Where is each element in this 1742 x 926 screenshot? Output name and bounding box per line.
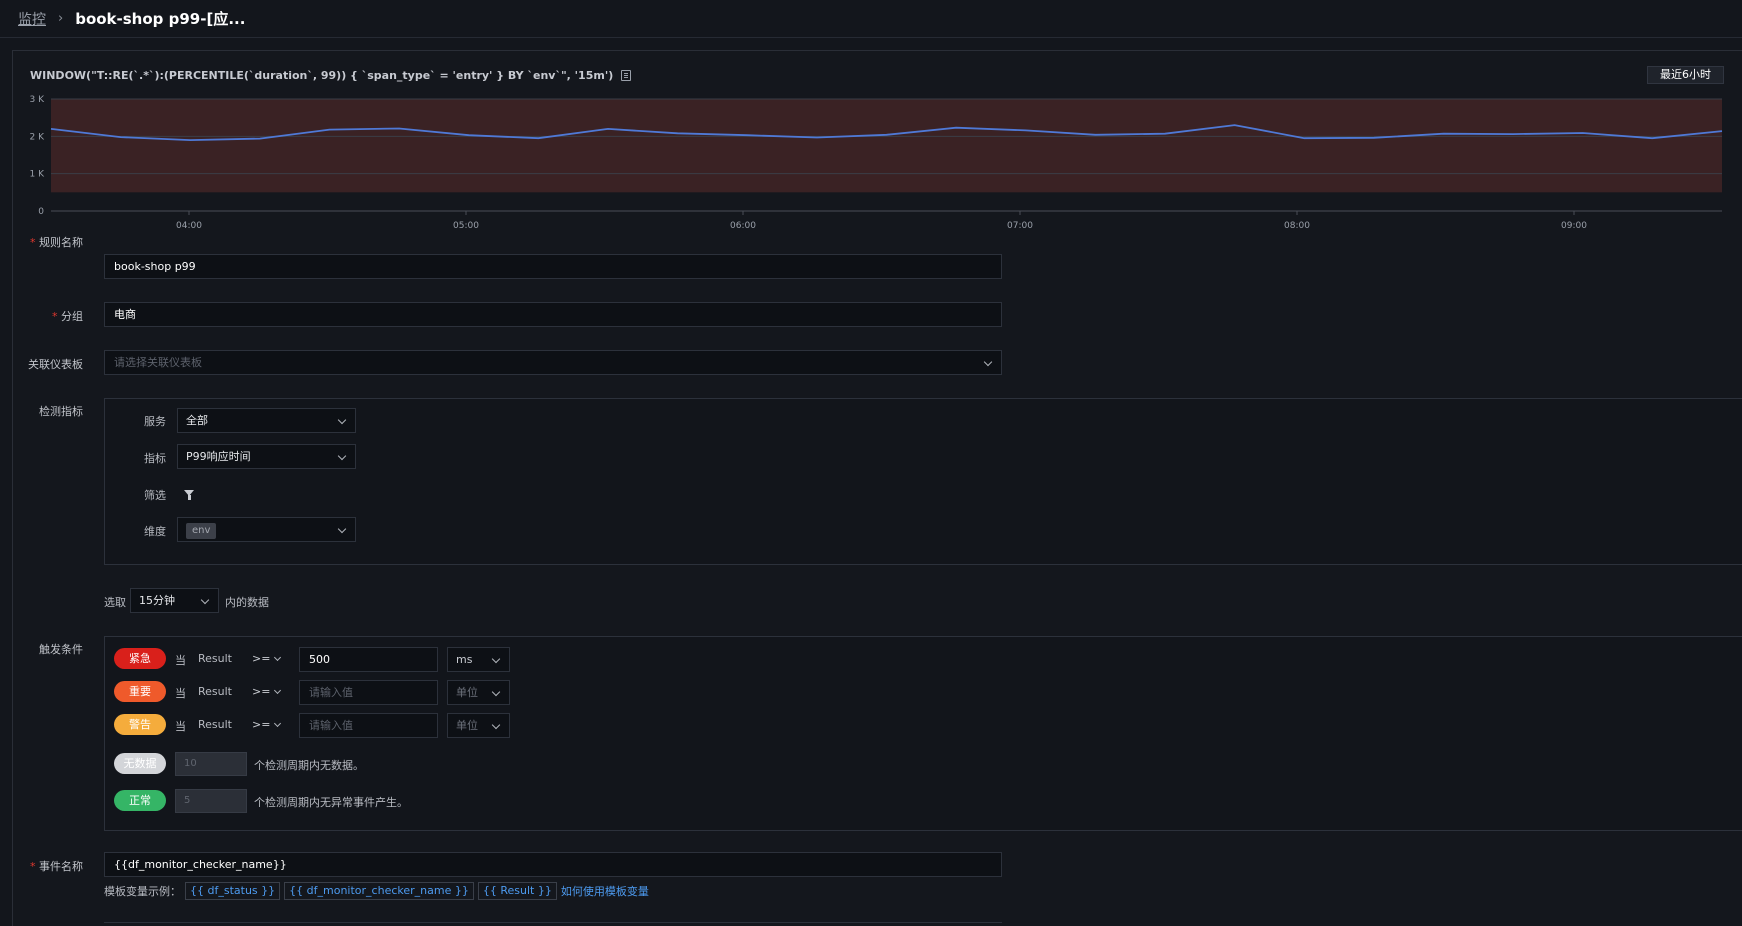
dimension-tag[interactable]: env [186,523,217,539]
group-input[interactable]: 电商 [104,302,1002,327]
field-text: Result [198,652,232,665]
nodata-period-input[interactable]: 10 [175,752,247,776]
operator-value: >= [252,652,271,665]
unit-value: 单位 [456,686,478,699]
when-text: 当 [175,687,186,700]
x-tick-label: 04:00 [176,221,202,231]
threshold-value: 500 [309,653,330,666]
page-title: book-shop p99-[应... [75,10,246,28]
x-tick-label: 09:00 [1561,221,1587,231]
threshold-value: 请输入值 [309,719,353,732]
chevron-down-icon [337,451,347,461]
x-tick-label: 07:00 [1007,221,1033,231]
breadcrumb-monitor-link[interactable]: 监控 [18,9,46,29]
examples-label: 模板变量示例： [104,885,181,898]
dimension-select[interactable]: env [177,517,356,542]
field-text: Result [198,685,232,698]
event-name-label: 事件名称 [20,858,83,874]
y-tick-label: 3 K [30,95,46,105]
chevron-down-icon [491,687,501,697]
x-tick-label: 08:00 [1284,221,1310,231]
copy-icon[interactable] [621,70,632,81]
dashboard-select[interactable]: 请选择关联仪表板 [104,350,1002,375]
field-text: Result [198,718,232,731]
operator-value: >= [252,718,271,731]
dimension-label: 维度 [144,525,166,538]
window-value: 15分钟 [139,594,175,607]
dashboard-label: 关联仪表板 [28,358,83,371]
nodata-pill: 无数据 [114,753,166,774]
time-range-button[interactable]: 最近6小时 [1647,66,1724,84]
unit-select[interactable]: ms [447,647,510,672]
template-examples: 模板变量示例： {{ df_status }} {{ df_monitor_ch… [104,882,649,900]
trigger-label: 触发条件 [39,643,83,656]
x-tick-label: 06:00 [730,221,756,231]
event-name-input[interactable]: {{df_monitor_checker_name}} [104,852,1002,877]
chevron-down-icon [337,524,347,534]
query-text: WINDOW("T::RE(`.*`):(PERCENTILE(`duratio… [30,69,614,82]
normal-pill: 正常 [114,790,166,811]
chevron-down-icon [983,357,993,367]
next-field-edge [104,922,1002,926]
chevron-down-icon [200,595,210,605]
x-tick-label: 05:00 [453,221,479,231]
when-text: 当 [175,654,186,667]
threshold-input[interactable]: 请输入值 [299,713,438,738]
normal-text: 个检测周期内无异常事件产生。 [254,796,408,809]
group-label: 分组 [20,308,83,324]
chevron-down-icon [274,719,282,728]
operator-value: >= [252,685,271,698]
chevron-down-icon [491,654,501,664]
threshold-input[interactable]: 请输入值 [299,680,438,705]
template-tag-checker-name[interactable]: {{ df_monitor_checker_name }} [284,882,474,900]
nodata-text: 个检测周期内无数据。 [254,759,364,772]
y-tick-label: 0 [38,207,44,217]
filter-icon[interactable] [184,490,194,500]
threshold-value: 请输入值 [309,686,353,699]
query-expression: WINDOW("T::RE(`.*`):(PERCENTILE(`duratio… [30,69,632,82]
top-bar: 监控 › book-shop p99-[应... [0,0,1742,38]
preview-chart: 3 K 2 K 1 K 0 04:00 05:00 06:00 07:00 08:00 09:00 [30,95,1723,231]
threshold-input[interactable]: 500 [299,647,438,672]
dashboard-placeholder: 请选择关联仪表板 [114,356,202,369]
level-pill: 警告 [114,714,166,735]
unit-select[interactable]: 单位 [447,680,510,705]
level-pill: 重要 [114,681,166,702]
indicator-value: P99响应时间 [186,450,251,463]
chevron-down-icon [491,720,501,730]
chevron-down-icon [274,653,282,662]
window-select[interactable]: 15分钟 [130,588,219,613]
template-tag-result[interactable]: {{ Result }} [477,882,557,900]
normal-period-input[interactable]: 5 [175,789,247,813]
service-select[interactable]: 全部 [177,408,356,433]
operator-select[interactable]: >= [252,685,282,698]
chevron-right-icon: › [58,11,64,26]
template-tag-status[interactable]: {{ df_status }} [185,882,281,900]
level-pill: 紧急 [114,648,166,669]
metric-label: 检测指标 [39,405,83,418]
rule-name-input[interactable]: book-shop p99 [104,254,1002,279]
service-label: 服务 [144,415,166,428]
unit-value: 单位 [456,719,478,732]
indicator-label: 指标 [144,452,166,465]
unit-select[interactable]: 单位 [447,713,510,738]
chevron-down-icon [274,686,282,695]
alert-threshold-band [51,99,1722,193]
template-help-link[interactable]: 如何使用模板变量 [561,883,649,899]
window-prefix: 选取 [104,596,126,609]
rule-name-label: 规则名称 [20,234,83,250]
chevron-down-icon [337,415,347,425]
y-tick-label: 1 K [30,170,46,180]
operator-select[interactable]: >= [252,718,282,731]
operator-select[interactable]: >= [252,652,282,665]
unit-value: ms [456,653,473,666]
service-value: 全部 [186,414,208,427]
when-text: 当 [175,720,186,733]
filter-label: 筛选 [144,489,166,502]
y-tick-label: 2 K [30,132,46,142]
window-suffix: 内的数据 [225,596,269,609]
indicator-select[interactable]: P99响应时间 [177,444,356,469]
